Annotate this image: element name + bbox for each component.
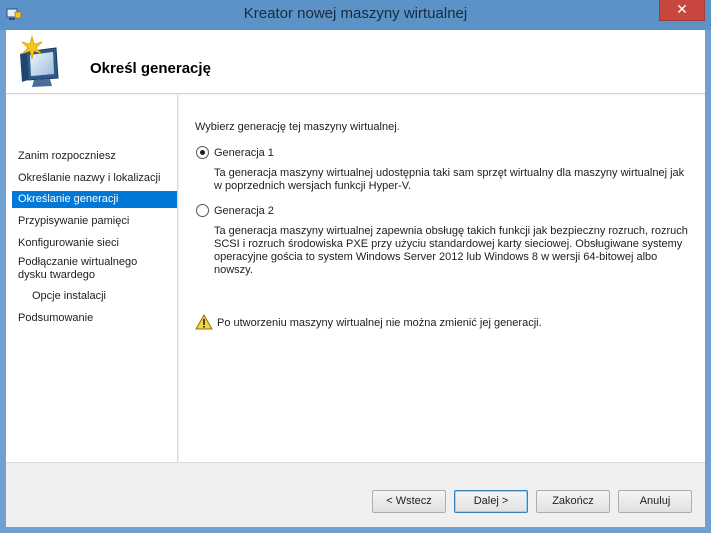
nav-item-virtual-disk[interactable]: Podłączanie wirtualnego dysku twardego <box>12 256 142 282</box>
nav-item-generation[interactable]: Określanie generacji <box>12 191 177 208</box>
wizard-content: Wybierz generację tej maszyny wirtualnej… <box>179 95 705 462</box>
close-button[interactable]: ✕ <box>659 0 705 21</box>
generation-2-label[interactable]: Generacja 2 <box>214 205 274 217</box>
generation-1-label[interactable]: Generacja 1 <box>214 147 274 159</box>
generation-1-radio[interactable] <box>196 146 209 159</box>
wizard-header: Określ generację <box>6 30 705 94</box>
title-bar[interactable]: Kreator nowej maszyny wirtualnej ✕ <box>0 0 711 30</box>
generation-1-description: Ta generacja maszyny wirtualnej udostępn… <box>214 167 685 192</box>
wizard-computer-icon <box>20 35 59 87</box>
nav-item-before-you-begin[interactable]: Zanim rozpoczniesz <box>12 150 177 163</box>
nav-item-installation-options[interactable]: Opcje instalacji <box>12 290 177 303</box>
back-button[interactable]: < Wstecz <box>372 490 446 513</box>
wizard-steps-nav: Zanim rozpoczniesz Określanie nazwy i lo… <box>6 95 178 462</box>
next-button[interactable]: Dalej > <box>454 490 528 513</box>
window-title: Kreator nowej maszyny wirtualnej <box>243 5 468 22</box>
nav-item-summary[interactable]: Podsumowanie <box>12 312 177 325</box>
nav-item-network[interactable]: Konfigurowanie sieci <box>12 237 177 250</box>
nav-item-name-location[interactable]: Określanie nazwy i lokalizacji <box>12 172 177 185</box>
warning-text: Po utworzeniu maszyny wirtualnej nie moż… <box>217 317 542 329</box>
warning-icon <box>195 314 213 330</box>
wizard-client-area: Określ generację Zanim rozpoczniesz Okre… <box>6 30 705 527</box>
generation-2-radio[interactable] <box>196 204 209 217</box>
generation-2-description: Ta generacja maszyny wirtualnej zapewnia… <box>214 225 688 276</box>
cancel-button[interactable]: Anuluj <box>618 490 692 513</box>
wizard-footer: < Wstecz Dalej > Zakończ Anuluj <box>6 462 705 527</box>
nav-item-memory[interactable]: Przypisywanie pamięci <box>12 215 177 228</box>
finish-button[interactable]: Zakończ <box>536 490 610 513</box>
wizard-window: Kreator nowej maszyny wirtualnej ✕ Okreś… <box>0 0 711 533</box>
instruction-text: Wybierz generację tej maszyny wirtualnej… <box>195 121 400 133</box>
page-title: Określ generację <box>90 60 211 77</box>
